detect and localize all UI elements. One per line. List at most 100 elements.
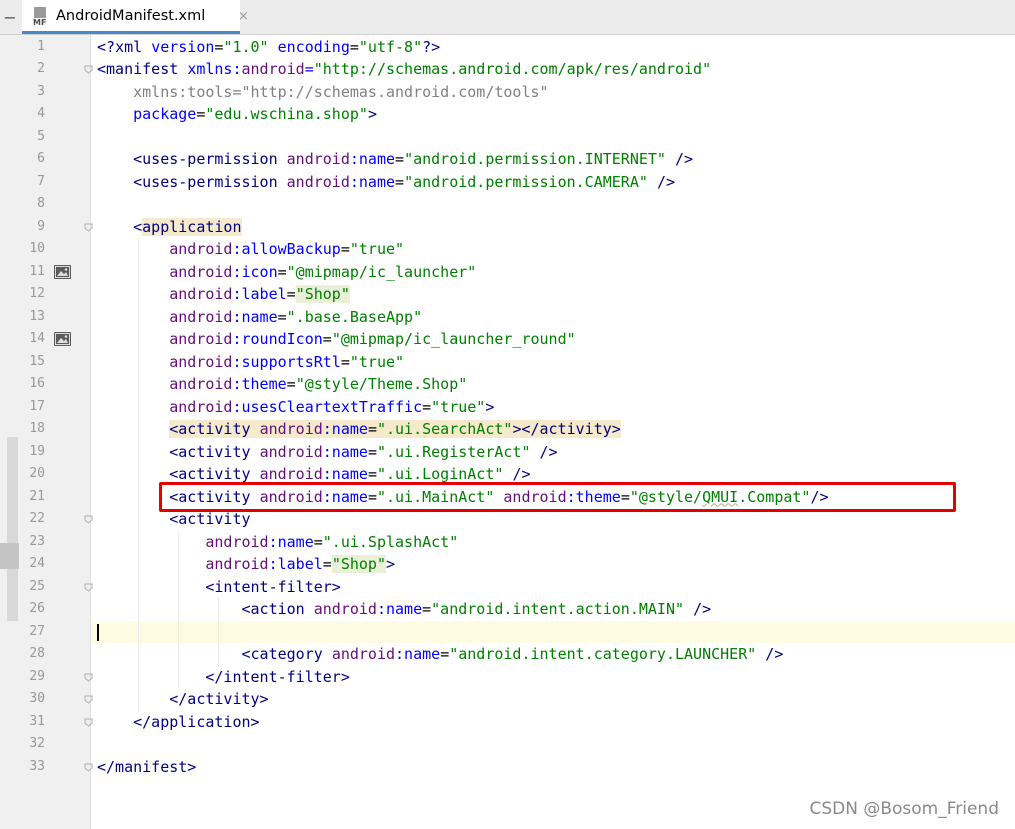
code-line[interactable]: 12 android:label="Shop" xyxy=(0,283,1015,306)
code-line[interactable]: 16 android:theme="@style/Theme.Shop" xyxy=(0,373,1015,396)
code-text: <application xyxy=(133,217,242,236)
line-number: 19 xyxy=(29,443,45,459)
code-line[interactable]: 18 <activity android:name=".ui.SearchAct… xyxy=(0,418,1015,441)
line-number: 30 xyxy=(29,691,45,706)
line-number: 4 xyxy=(37,106,45,121)
line-number: 2 xyxy=(37,61,45,76)
code-text: android:allowBackup="true" xyxy=(169,240,405,258)
line-number: 7 xyxy=(37,173,45,189)
line-number: 16 xyxy=(29,376,45,391)
tab-title: AndroidManifest.xml xyxy=(56,8,206,24)
code-line[interactable]: 9 <application xyxy=(0,216,1015,239)
collapse-icon[interactable]: − xyxy=(0,0,20,34)
code-line[interactable]: 27 xyxy=(0,621,1015,644)
fold-marker-icon[interactable] xyxy=(84,65,93,74)
code-text: </activity> xyxy=(169,690,269,708)
code-line[interactable]: 25 <intent-filter> xyxy=(0,576,1015,599)
code-text: <category android:name="android.intent.c… xyxy=(241,645,784,663)
code-text: package="edu.wschina.shop"> xyxy=(133,105,377,123)
code-text: android:roundIcon="@mipmap/ic_launcher_r… xyxy=(169,330,576,348)
fold-marker-icon[interactable] xyxy=(84,763,93,772)
line-number: 3 xyxy=(37,83,45,99)
code-text: </intent-filter> xyxy=(205,667,350,686)
line-number: 14 xyxy=(29,331,45,346)
code-text: <intent-filter> xyxy=(205,577,341,596)
code-line[interactable]: 6 <uses-permission android:name="android… xyxy=(0,148,1015,171)
code-line[interactable]: 4 package="edu.wschina.shop"> xyxy=(0,103,1015,126)
code-line[interactable]: 17 android:usesCleartextTraffic="true"> xyxy=(0,396,1015,419)
editor-tab-bar: − MF AndroidManifest.xml × xyxy=(0,0,1015,35)
line-number: 10 xyxy=(29,241,45,256)
code-line[interactable]: 3 xmlns:tools="http://schemas.android.co… xyxy=(0,81,1015,104)
code-line[interactable]: 11 android:icon="@mipmap/ic_launcher" xyxy=(0,261,1015,284)
line-number: 23 xyxy=(29,533,45,549)
code-line[interactable]: 32 xyxy=(0,733,1015,756)
code-text: <uses-permission android:name="android.p… xyxy=(133,172,675,191)
line-number: 29 xyxy=(29,668,45,684)
code-text: xmlns:tools="http://schemas.android.com/… xyxy=(133,82,549,101)
line-number: 26 xyxy=(29,601,45,616)
indent-guide xyxy=(218,598,219,666)
code-text: </application> xyxy=(133,712,260,731)
code-text: android:label="Shop"> xyxy=(205,555,396,573)
line-number: 17 xyxy=(29,398,45,414)
watermark: CSDN @Bosom_Friend xyxy=(809,799,999,819)
line-number: 9 xyxy=(37,218,45,234)
highlight-annotation-box xyxy=(159,482,956,512)
line-number: 22 xyxy=(29,511,45,526)
code-line[interactable]: 31 </application> xyxy=(0,711,1015,734)
fold-marker-icon[interactable] xyxy=(84,583,93,592)
code-line[interactable]: 30 </activity> xyxy=(0,688,1015,711)
code-text: android:name=".ui.SplashAct" xyxy=(205,532,459,551)
code-text: android:theme="@style/Theme.Shop" xyxy=(169,375,468,393)
fold-marker-icon[interactable] xyxy=(84,515,93,524)
code-line[interactable]: 24 android:label="Shop"> xyxy=(0,553,1015,576)
line-number: 20 xyxy=(29,466,45,481)
code-line[interactable]: 14 android:roundIcon="@mipmap/ic_launche… xyxy=(0,328,1015,351)
code-line[interactable]: 1 <?xml version="1.0" encoding="utf-8"?> xyxy=(0,36,1015,59)
line-number: 21 xyxy=(29,488,45,504)
code-line[interactable]: 5 xyxy=(0,126,1015,149)
tab-android-manifest[interactable]: MF AndroidManifest.xml × xyxy=(22,0,249,34)
fold-marker-icon[interactable] xyxy=(84,673,93,682)
code-text: <activity android:name=".ui.SearchAct"><… xyxy=(169,420,621,438)
line-number: 5 xyxy=(37,128,45,144)
code-text: android:label="Shop" xyxy=(169,285,350,303)
code-text: <activity android:name=".ui.RegisterAct"… xyxy=(169,442,558,461)
code-line[interactable]: 33 </manifest> xyxy=(0,756,1015,779)
code-line[interactable]: 19 <activity android:name=".ui.RegisterA… xyxy=(0,441,1015,464)
fold-marker-icon[interactable] xyxy=(84,695,93,704)
code-line[interactable]: 26 <action android:name="android.intent.… xyxy=(0,598,1015,621)
line-number: 11 xyxy=(29,263,45,279)
line-number: 1 xyxy=(37,38,45,54)
line-number: 27 xyxy=(29,623,45,639)
line-number: 8 xyxy=(37,196,45,211)
fold-marker-icon[interactable] xyxy=(84,718,93,727)
image-icon[interactable] xyxy=(54,264,71,279)
code-line[interactable]: 13 android:name=".base.BaseApp" xyxy=(0,306,1015,329)
code-text: <uses-permission android:name="android.p… xyxy=(133,150,694,168)
code-text: <action android:name="android.intent.act… xyxy=(241,600,712,618)
code-text: android:name=".base.BaseApp" xyxy=(169,307,423,326)
code-line[interactable]: 8 xyxy=(0,193,1015,216)
close-icon[interactable]: × xyxy=(238,0,249,31)
code-line[interactable]: 2 <manifest xmlns:android="http://schemas… xyxy=(0,58,1015,81)
code-line[interactable]: 7 <uses-permission android:name="android… xyxy=(0,171,1015,194)
line-number: 24 xyxy=(29,556,45,571)
code-text: <manifest xmlns:android="http://schemas.… xyxy=(97,60,712,78)
line-number: 18 xyxy=(29,421,45,436)
line-number: 28 xyxy=(29,646,45,661)
line-number: 31 xyxy=(29,713,45,729)
code-text: android:icon="@mipmap/ic_launcher" xyxy=(169,262,477,281)
code-line[interactable]: 28 <category android:name="android.inten… xyxy=(0,643,1015,666)
fold-marker-icon[interactable] xyxy=(84,223,93,232)
code-line[interactable]: 23 android:name=".ui.SplashAct" xyxy=(0,531,1015,554)
line-number: 25 xyxy=(29,578,45,594)
image-icon[interactable] xyxy=(54,332,71,346)
code-line[interactable]: 10 android:allowBackup="true" xyxy=(0,238,1015,261)
code-line[interactable]: 29 </intent-filter> xyxy=(0,666,1015,689)
code-text: android:usesCleartextTraffic="true"> xyxy=(169,397,495,416)
code-text: <?xml version="1.0" encoding="utf-8"?> xyxy=(97,37,441,56)
code-line[interactable]: 15 android:supportsRtl="true" xyxy=(0,351,1015,374)
line-number: 15 xyxy=(29,353,45,369)
